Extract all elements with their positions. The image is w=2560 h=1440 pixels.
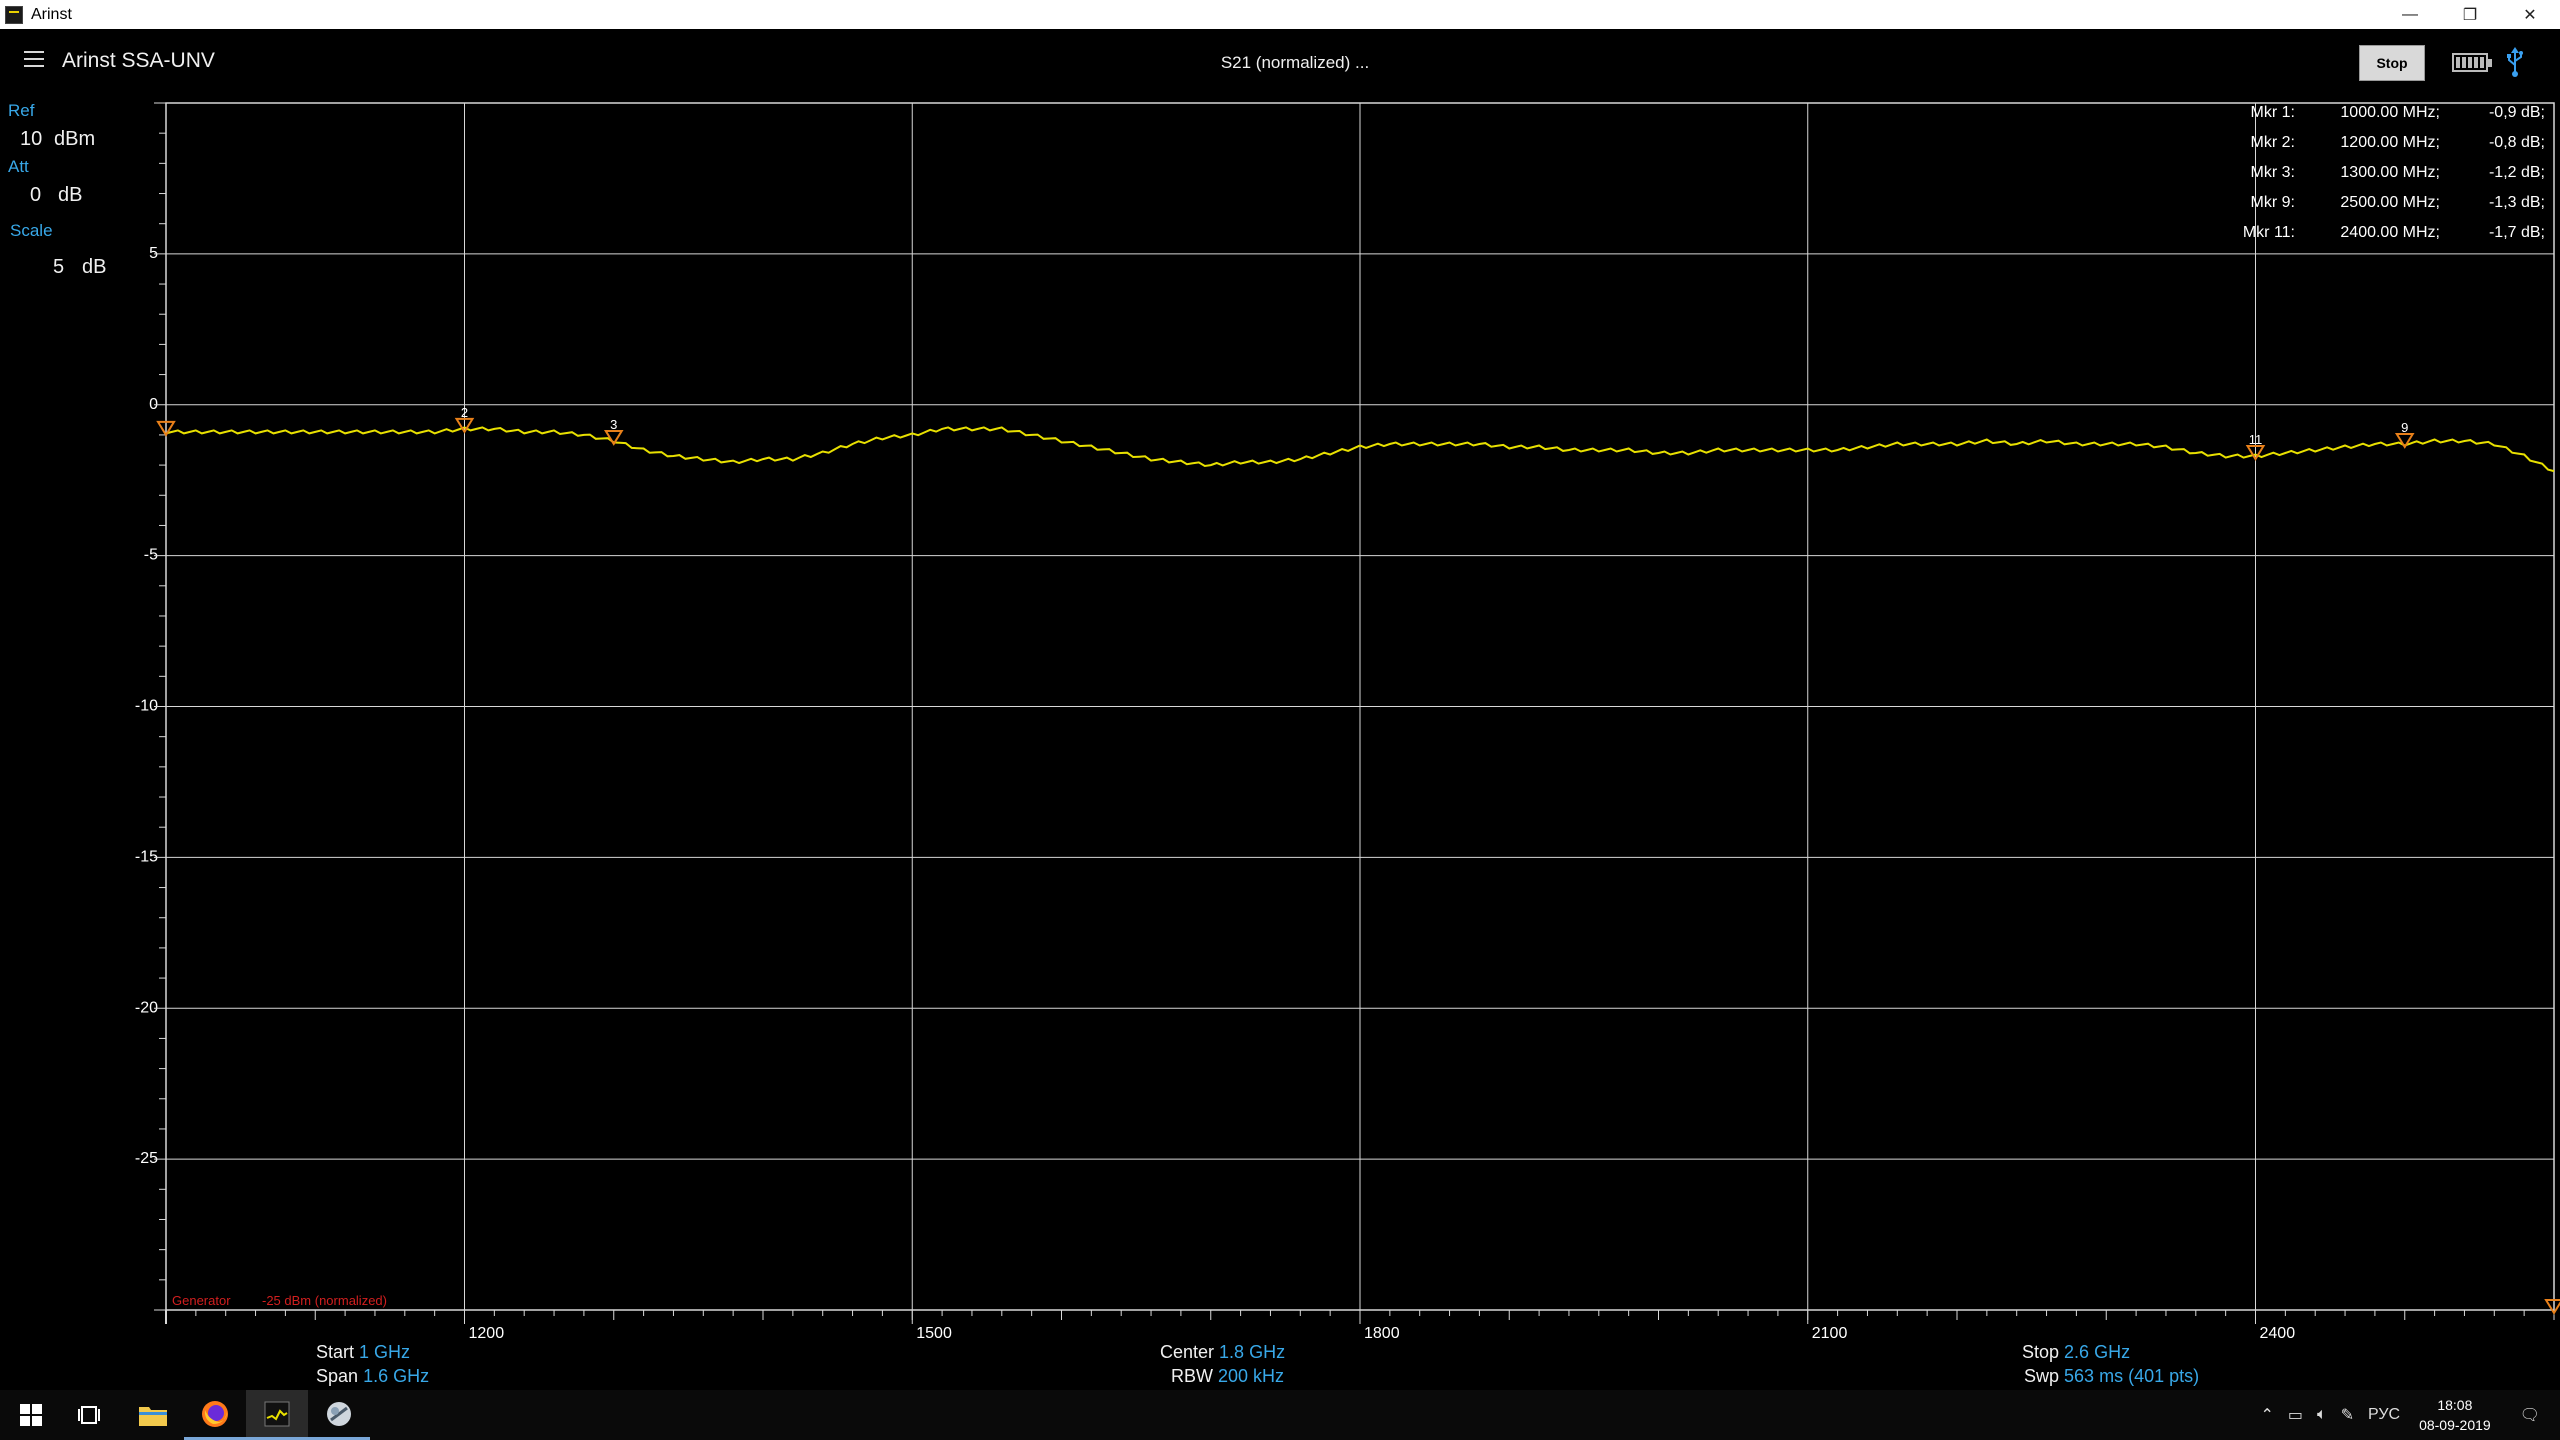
swp-label: Swp <box>2024 1366 2060 1386</box>
marker-readout-table: Mkr 1: 1000.00 MHz; -0,9 dB; Mkr 2: 1200.00 … <box>2200 100 2545 250</box>
center-value[interactable]: 1.8 GHz <box>1219 1342 1285 1362</box>
volume-icon[interactable]: 🔈︎ <box>2317 1406 2327 1424</box>
clock-time: 18:08 <box>2437 1397 2473 1413</box>
system-tray: ⌃ ▭ 🔈︎ ✎ РУС 18:08 08-09-2019 🗨︎ <box>2253 1390 2560 1440</box>
stop-value[interactable]: 2.6 GHz <box>2064 1342 2130 1362</box>
marker-level: -1,2 dB; <box>2488 164 2545 181</box>
x-tick-label: 1800 <box>1364 1325 1400 1342</box>
start-label: Start <box>316 1342 355 1362</box>
pen-icon[interactable]: ✎ <box>2341 1405 2354 1425</box>
marker-readout-row[interactable]: Mkr 1: 1000.00 MHz; -0,9 dB; <box>2200 100 2545 130</box>
arinst-taskbar-icon[interactable] <box>246 1390 308 1440</box>
rbw-label: RBW <box>1171 1366 1213 1386</box>
x-tick-label: 2100 <box>1812 1325 1848 1342</box>
notifications-icon[interactable]: 🗨︎ <box>2520 1405 2540 1425</box>
x-tick-label: 1200 <box>469 1325 505 1342</box>
trace-marker[interactable] <box>2544 1299 2560 1315</box>
marker-readout-row[interactable]: Mkr 3: 1300.00 MHz; -1,2 dB; <box>2200 160 2545 190</box>
marker-name: Mkr 11: <box>2242 224 2295 241</box>
clock-date: 08-09-2019 <box>2419 1417 2491 1433</box>
marker-readout-row[interactable]: Mkr 11: 2400.00 MHz; -1,7 dB; <box>2200 220 2545 250</box>
marker-level: -0,8 dB; <box>2488 134 2545 151</box>
marker-freq: 2400.00 MHz; <box>2340 224 2440 241</box>
swp-value[interactable]: 563 <box>2064 1366 2094 1386</box>
marker-freq: 1300.00 MHz; <box>2340 164 2440 181</box>
marker-freq: 1000.00 MHz; <box>2340 104 2440 121</box>
marker-label: 9 <box>2401 420 2408 435</box>
start-value[interactable]: 1 GHz <box>359 1342 410 1362</box>
marker-level: -0,9 dB; <box>2488 104 2545 121</box>
marker-readout-row[interactable]: Mkr 9: 2500.00 MHz; -1,3 dB; <box>2200 190 2545 220</box>
system-clock[interactable]: 18:08 08-09-2019 <box>2419 1395 2491 1435</box>
stop-label: Stop <box>2022 1342 2060 1362</box>
file-explorer-icon[interactable] <box>122 1390 184 1440</box>
spectrum-plot[interactable]: 50-5-10-15-20-251200 1500 1800 2100 2400 231… <box>0 0 2560 1390</box>
x-tick-label: 2400 <box>2260 1325 2296 1342</box>
marker-level: -1,3 dB; <box>2488 194 2545 211</box>
generator-label: Generator <box>172 1293 231 1308</box>
app-5-icon[interactable] <box>308 1390 370 1440</box>
marker-name: Mkr 3: <box>2250 164 2295 181</box>
marker-freq: 1200.00 MHz; <box>2340 134 2440 151</box>
rbw-readout[interactable]: RBW 200 kHz <box>1171 1366 1284 1387</box>
marker-label: 2 <box>461 405 468 420</box>
windows-start-icon[interactable] <box>0 1390 62 1440</box>
firefox-icon[interactable] <box>184 1390 246 1440</box>
span-label: Span <box>316 1366 359 1386</box>
marker-name: Mkr 9: <box>2250 194 2295 211</box>
generator-value: -25 dBm (normalized) <box>262 1293 387 1308</box>
trace-marker[interactable]: 3 <box>603 417 624 446</box>
x-tick-label: 1500 <box>916 1325 952 1342</box>
center-label: Center <box>1160 1342 1215 1362</box>
marker-name: Mkr 2: <box>2250 134 2295 151</box>
marker-name: Mkr 1: <box>2250 104 2295 121</box>
marker-freq: 2500.00 MHz; <box>2340 194 2440 211</box>
stop-readout[interactable]: Stop 2.6 GHz <box>2022 1342 2130 1363</box>
center-readout[interactable]: Center 1.8 GHz <box>1160 1342 1285 1363</box>
marker-readout-row[interactable]: Mkr 2: 1200.00 MHz; -0,8 dB; <box>2200 130 2545 160</box>
marker-level: -1,7 dB; <box>2488 224 2545 241</box>
marker-label: 11 <box>2249 432 2263 447</box>
span-readout[interactable]: Span 1.6 GHz <box>316 1366 429 1387</box>
marker-label: 3 <box>610 417 617 432</box>
windows-taskbar: ⌃ ▭ 🔈︎ ✎ РУС 18:08 08-09-2019 🗨︎ <box>0 1390 2560 1440</box>
swp-unit: ms (401 pts) <box>2099 1366 2200 1386</box>
rbw-value[interactable]: 200 kHz <box>1218 1366 1284 1386</box>
task-view-icon[interactable] <box>58 1390 120 1440</box>
chevron-up-icon[interactable]: ⌃ <box>2260 1405 2273 1425</box>
network-icon[interactable]: ▭ <box>2288 1405 2303 1425</box>
span-value[interactable]: 1.6 GHz <box>363 1366 429 1386</box>
language-indicator[interactable]: РУС <box>2368 1406 2400 1424</box>
sweep-readout[interactable]: Swp 563 ms (401 pts) <box>2024 1366 2199 1387</box>
start-readout[interactable]: Start 1 GHz <box>316 1342 410 1363</box>
marker-triangle-icon <box>2544 1299 2560 1315</box>
